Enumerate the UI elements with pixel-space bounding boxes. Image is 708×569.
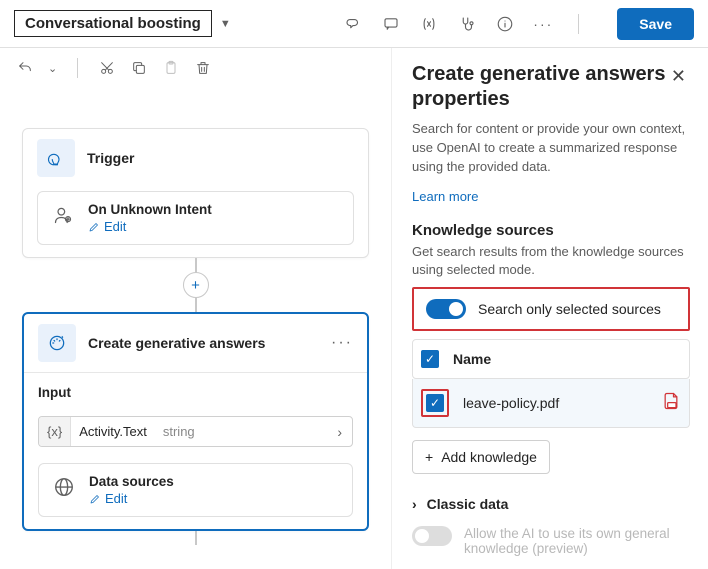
panel-description: Search for content or provide your own c… [412,120,690,177]
data-sources-title: Data sources [89,474,174,489]
plus-icon: + [425,449,433,465]
search-selected-toggle[interactable] [426,299,466,319]
comment-icon[interactable] [382,15,400,33]
expand-input-icon[interactable]: › [327,424,352,440]
properties-panel: Create generative answers properties ✕ S… [392,48,708,569]
name-column-header: Name [453,351,491,367]
knowledge-sources-heading: Knowledge sources [412,222,690,239]
chevron-down-icon[interactable]: ▼ [220,18,231,30]
generative-title: Create generative answers [88,335,265,351]
data-sources-box[interactable]: Data sources Edit [38,463,353,517]
learn-more-link[interactable]: Learn more [412,189,478,204]
topic-selector[interactable]: Conversational boosting [14,10,212,37]
authoring-canvas: ⌄ Trigger [0,48,392,569]
classic-data-section[interactable]: › Classic data [412,496,690,512]
input-value: Activity.Text [71,418,155,445]
source-file-name: leave-policy.pdf [463,395,559,411]
variable-icon[interactable] [420,15,438,33]
ai-knowledge-label: Allow the AI to use its own general know… [464,526,690,556]
classic-data-label: Classic data [427,496,509,512]
globe-icon [51,474,77,500]
info-icon[interactable] [496,15,514,33]
ai-knowledge-toggle [412,526,452,546]
input-label: Input [38,385,353,400]
input-type: string [155,418,203,445]
divider [77,58,78,78]
person-icon [50,202,76,228]
trigger-title: Trigger [87,150,134,166]
diagnostics-icon[interactable] [458,15,476,33]
trigger-event[interactable]: On Unknown Intent Edit [37,191,354,245]
panel-title: Create generative answers properties [412,62,667,112]
card-more-icon[interactable]: ··· [331,334,353,352]
search-selected-toggle-row: Search only selected sources [412,287,690,331]
add-knowledge-button[interactable]: + Add knowledge [412,440,550,474]
source-row[interactable]: ✓ leave-policy.pdf [412,379,690,428]
generative-answers-card[interactable]: Create generative answers ··· Input {x} … [22,312,369,531]
copy-icon[interactable] [130,59,148,77]
add-knowledge-label: Add knowledge [441,449,537,465]
input-field[interactable]: {x} Activity.Text string › [38,416,353,447]
paste-icon [162,59,180,77]
divider [578,14,579,34]
connector [195,531,197,545]
save-button[interactable]: Save [617,8,694,40]
trigger-icon [37,139,75,177]
pdf-icon [661,391,681,414]
source-checkbox[interactable]: ✓ [426,394,444,412]
topic-name: Conversational boosting [25,15,201,32]
close-icon[interactable]: ✕ [667,62,690,91]
cut-icon[interactable] [98,59,116,77]
knowledge-sources-description: Get search results from the knowledge so… [412,243,690,279]
undo-icon[interactable] [16,59,34,77]
trigger-event-title: On Unknown Intent [88,202,212,217]
sources-header-row: ✓ Name [412,339,690,379]
delete-icon[interactable] [194,59,212,77]
trigger-card[interactable]: Trigger On Unknown Intent Edit [22,128,369,258]
more-icon[interactable]: ··· [534,15,552,33]
edit-data-sources-link[interactable]: Edit [89,491,174,506]
copilot-icon[interactable] [344,15,362,33]
ai-knowledge-row: Allow the AI to use its own general know… [412,526,690,556]
undo-chevron-icon[interactable]: ⌄ [48,62,57,75]
generative-icon [38,324,76,362]
toggle-label: Search only selected sources [478,301,661,317]
variable-badge-icon: {x} [39,417,71,446]
chevron-right-icon: › [412,496,417,512]
add-node-button[interactable]: + [183,272,209,298]
select-all-checkbox[interactable]: ✓ [421,350,439,368]
edit-trigger-link[interactable]: Edit [88,219,212,234]
